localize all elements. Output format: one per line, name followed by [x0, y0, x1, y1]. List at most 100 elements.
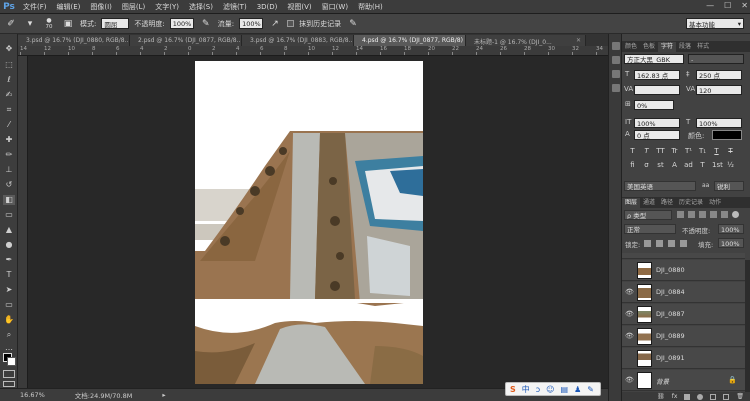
- zoom-level[interactable]: 16.67%: [20, 391, 45, 399]
- layer-row[interactable]: DJI_0891: [622, 348, 750, 369]
- menu-type[interactable]: 文字(Y): [150, 2, 184, 12]
- tsume-field[interactable]: 0%: [634, 100, 674, 110]
- history-brush-tool-icon[interactable]: ↺: [3, 180, 15, 190]
- visibility-hidden-icon[interactable]: [625, 354, 634, 362]
- maximize-button[interactable]: ☐: [724, 1, 731, 10]
- layers-scrollbar[interactable]: [745, 260, 750, 392]
- antialias-select[interactable]: 锐利: [714, 181, 744, 191]
- adjustment-layer-icon[interactable]: [697, 393, 704, 400]
- subscript-button[interactable]: T₁: [698, 147, 707, 155]
- opacity-select[interactable]: 100%: [169, 18, 194, 29]
- character-style-panel-icon[interactable]: [612, 84, 620, 92]
- filter-pixel-icon[interactable]: [677, 211, 684, 218]
- workspace-select[interactable]: 基本功能 ▾: [686, 18, 744, 29]
- underline-button[interactable]: T: [712, 147, 721, 155]
- menu-help[interactable]: 帮助(H): [353, 2, 388, 12]
- layer-name[interactable]: DJI_0880: [656, 266, 685, 274]
- ime-user-icon[interactable]: ♟: [574, 385, 581, 394]
- lasso-tool-icon[interactable]: ℓ: [3, 75, 15, 85]
- filter-adjustment-icon[interactable]: [688, 211, 695, 218]
- ime-tools-icon[interactable]: ✎: [587, 385, 594, 394]
- tab-doc-3[interactable]: 3.psd @ 16.7% (DJI_0883, RGB/8...✕: [242, 35, 354, 46]
- lock-all-icon[interactable]: [680, 240, 687, 247]
- fill-field[interactable]: 100%: [718, 238, 744, 248]
- layer-row-partial[interactable]: [622, 253, 745, 259]
- layer-row[interactable]: DJI_0880: [622, 260, 750, 281]
- hand-tool-icon[interactable]: ✋: [3, 315, 15, 325]
- canvas-area[interactable]: [28, 56, 608, 388]
- kerning-field[interactable]: [634, 85, 680, 95]
- history-panel-icon[interactable]: [612, 42, 620, 50]
- stamp-tool-icon[interactable]: ⊥: [3, 165, 15, 175]
- filter-shape-icon[interactable]: [710, 211, 717, 218]
- layer-style-icon[interactable]: fx: [672, 393, 678, 400]
- superscript-button[interactable]: T¹: [684, 147, 693, 155]
- eye-icon[interactable]: 👁: [625, 288, 634, 296]
- baseline-shift-field[interactable]: 0 点: [634, 130, 680, 140]
- tab-doc-4-active[interactable]: 4.psd @ 16.7% (DJI_0877, RGB/8) *✕: [354, 35, 466, 46]
- lock-pixels-icon[interactable]: [656, 240, 663, 247]
- healing-tool-icon[interactable]: ✚: [3, 135, 15, 145]
- trash-icon[interactable]: 🗑: [736, 393, 744, 400]
- quick-select-tool-icon[interactable]: ✍: [3, 90, 15, 100]
- blend-mode-select[interactable]: 正常: [624, 224, 676, 234]
- horizontal-scale-field[interactable]: 100%: [696, 118, 742, 128]
- layer-row[interactable]: 👁 DJI_0884: [622, 282, 750, 303]
- gradient-tool-icon[interactable]: ▭: [3, 210, 15, 220]
- tab-doc-1[interactable]: 3.psd @ 16.7% (DJI_0880, RGB/8...✕: [18, 35, 130, 46]
- tool-preset-dropdown-icon[interactable]: ▾: [23, 18, 37, 30]
- tab-doc-5[interactable]: 未标题-1 @ 16.7% (DJI_0... ✕: [466, 35, 586, 46]
- layer-row[interactable]: 👁 DJI_0889: [622, 326, 750, 347]
- menu-layer[interactable]: 图层(L): [117, 2, 150, 12]
- move-tool-icon[interactable]: ✥: [3, 44, 15, 54]
- filter-smart-object-icon[interactable]: [721, 211, 728, 218]
- filter-toggle-icon[interactable]: [732, 211, 739, 218]
- more-tools-icon[interactable]: …: [3, 343, 15, 353]
- brush-panel-icon[interactable]: ▣: [61, 18, 75, 30]
- tab-channels[interactable]: 通道: [640, 198, 658, 208]
- faux-bold-button[interactable]: T: [628, 147, 637, 155]
- layer-name[interactable]: DJI_0891: [656, 354, 685, 362]
- menu-edit[interactable]: 编辑(E): [52, 2, 86, 12]
- visibility-hidden-icon[interactable]: [625, 266, 634, 274]
- add-mask-icon[interactable]: [684, 393, 691, 400]
- tab-styles[interactable]: 样式: [694, 42, 712, 52]
- eye-icon[interactable]: 👁: [625, 310, 634, 318]
- status-menu-arrow-icon[interactable]: ▸: [162, 391, 165, 399]
- brush-preset-picker[interactable]: ● 70: [42, 17, 56, 30]
- tab-color[interactable]: 颜色: [622, 42, 640, 52]
- eye-icon[interactable]: 👁: [625, 376, 634, 384]
- menu-3d[interactable]: 3D(D): [252, 3, 283, 11]
- ime-chinese-mode[interactable]: 中: [522, 384, 530, 395]
- filter-type-icon[interactable]: [699, 211, 706, 218]
- zoom-tool-icon[interactable]: ⌕: [3, 330, 15, 340]
- layer-filter-select[interactable]: ρ 类型: [624, 210, 672, 220]
- paragraph-panel-icon[interactable]: [612, 70, 620, 78]
- layer-row-background[interactable]: 👁 背景 🔒: [622, 370, 750, 391]
- lock-position-icon[interactable]: [668, 240, 675, 247]
- layer-name[interactable]: DJI_0887: [656, 310, 685, 318]
- ime-toolbar[interactable]: S 中 ɔ ☺ ▤ ♟ ✎: [505, 382, 601, 396]
- strikethrough-button[interactable]: T: [726, 147, 735, 155]
- faux-italic-button[interactable]: T: [642, 147, 651, 155]
- layer-opacity-field[interactable]: 100%: [718, 224, 744, 234]
- layer-name[interactable]: DJI_0884: [656, 288, 685, 296]
- font-size-field[interactable]: 162.83 点: [634, 70, 680, 80]
- path-select-tool-icon[interactable]: ➤: [3, 285, 15, 295]
- eraser-tool-icon[interactable]: ◧: [3, 195, 15, 205]
- tab-doc-2[interactable]: 2.psd @ 16.7% (DJI_0877, RGB/8...✕: [130, 35, 242, 46]
- vertical-scale-field[interactable]: 100%: [634, 118, 680, 128]
- menu-window[interactable]: 窗口(W): [317, 2, 353, 12]
- quick-mask-icon[interactable]: [3, 370, 15, 378]
- tab-layers[interactable]: 图层: [622, 198, 641, 208]
- pressure-opacity-icon[interactable]: ✎: [199, 18, 213, 30]
- ligatures-button[interactable]: fi: [628, 161, 637, 169]
- all-caps-button[interactable]: TT: [656, 147, 665, 155]
- layer-name[interactable]: 背景: [656, 376, 669, 386]
- link-layers-icon[interactable]: ⛓: [657, 393, 665, 400]
- language-select[interactable]: 美国英语: [624, 181, 696, 191]
- close-button[interactable]: ✕: [741, 1, 748, 10]
- small-caps-button[interactable]: Tr: [670, 147, 679, 155]
- new-group-icon[interactable]: [710, 393, 717, 400]
- tab-paragraph[interactable]: 段落: [676, 42, 694, 52]
